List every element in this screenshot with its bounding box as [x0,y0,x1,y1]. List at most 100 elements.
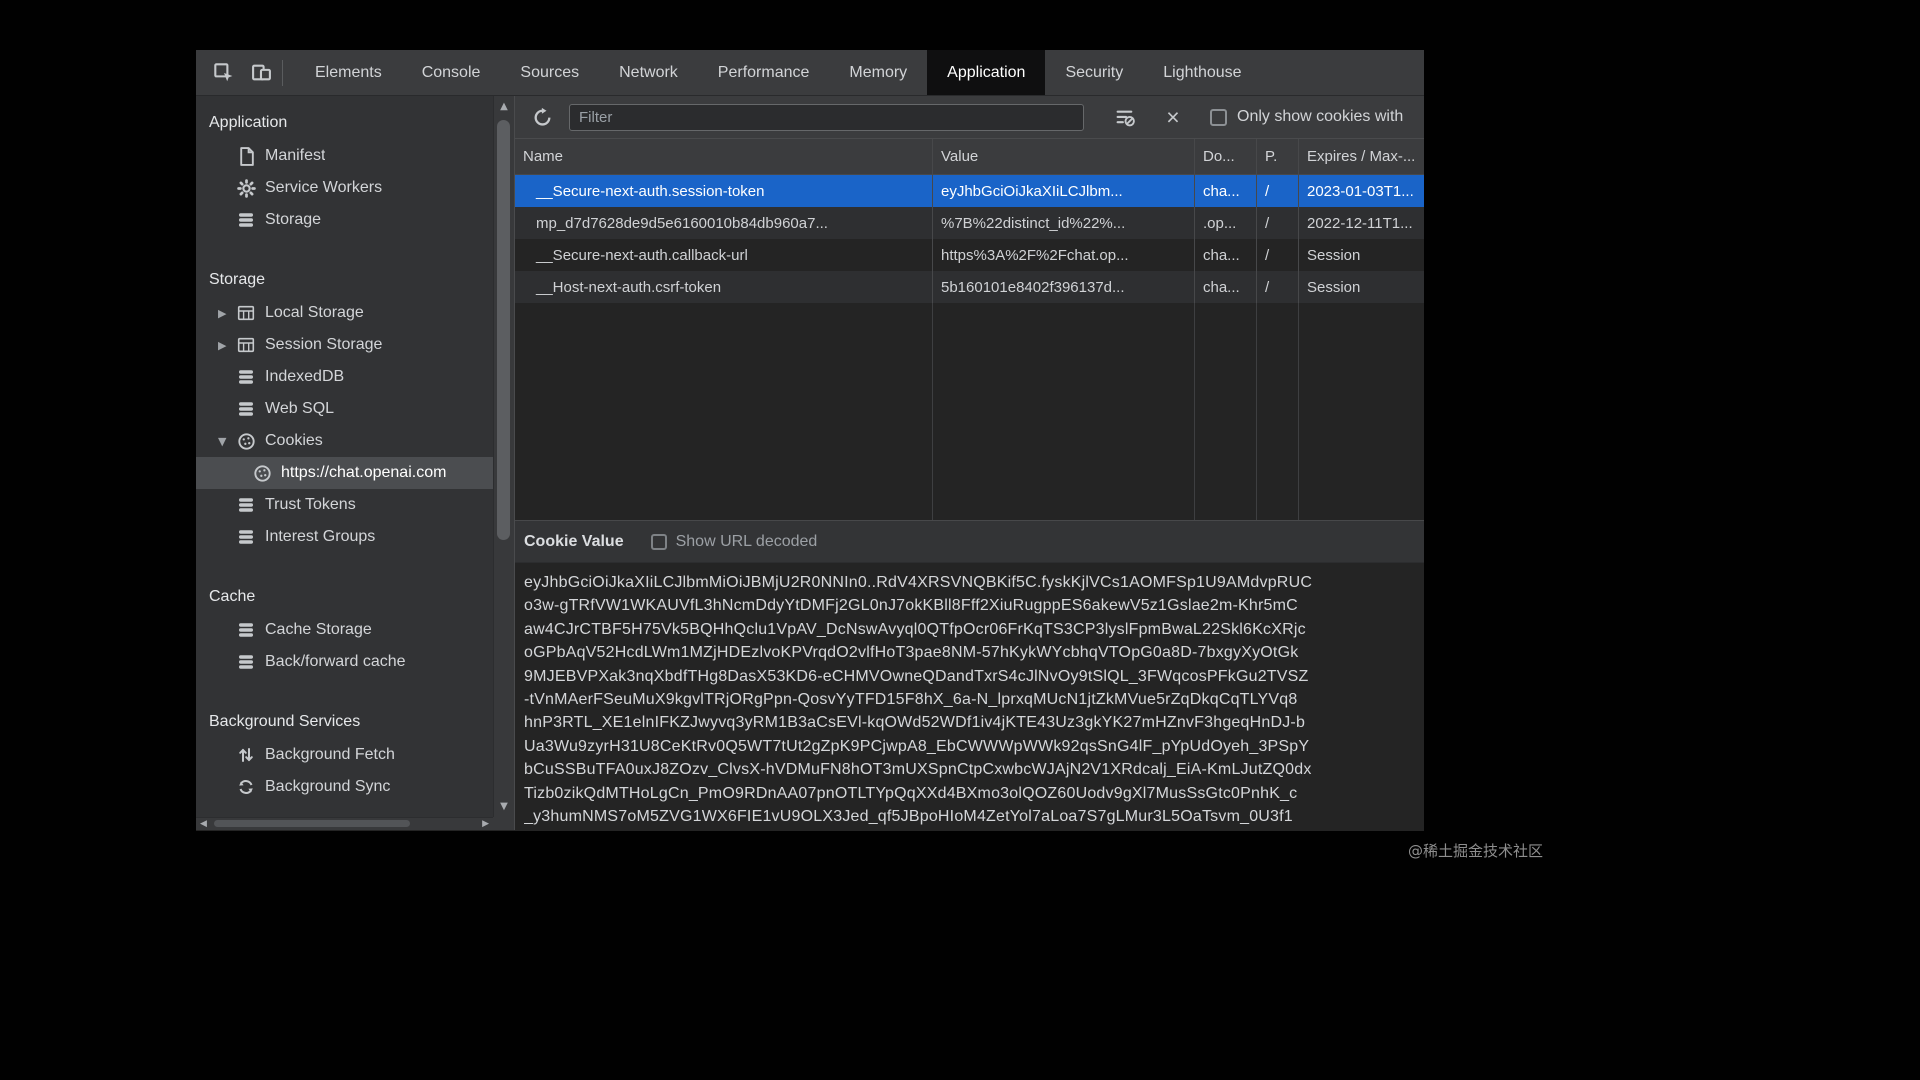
cookie-path-cell[interactable]: / [1257,239,1299,271]
collapse-arrow-icon[interactable]: ▼ [216,435,236,448]
col-header-value[interactable]: Value [933,139,1195,174]
cookie-value-cell[interactable]: 5b160101e8402f396137d... [933,271,1195,303]
cookie-domain-cell[interactable]: cha... [1195,175,1257,207]
tab-sources[interactable]: Sources [500,50,599,95]
tab-console[interactable]: Console [402,50,501,95]
scroll-right-arrow-icon[interactable]: ▶ [482,818,489,830]
cookie-value-text[interactable]: eyJhbGciOiJkaXIiLCJlbmMiOiJBMjU2R0NNIn0.… [515,563,1424,830]
tab-network[interactable]: Network [599,50,698,95]
sidebar-horizontal-scrollbar[interactable]: ◀ ▶ [196,817,493,830]
col-header-path[interactable]: P. [1257,139,1299,174]
cookie-value-cell[interactable]: %7B%22distinct_id%22%... [933,207,1195,239]
database-icon [236,620,256,640]
scrollbar-corner [493,817,514,830]
scroll-down-arrow-icon[interactable]: ▼ [494,801,514,812]
cookie-table: Name Value Do... P. Expires / Max-... __… [515,139,1424,520]
tab-application[interactable]: Application [927,50,1045,95]
sidebar-item-background-fetch[interactable]: Background Fetch [196,739,493,771]
only-show-cookies-checkbox[interactable] [1210,109,1227,126]
cookie-row[interactable]: __Secure-next-auth.session-tokeneyJhbGci… [515,175,1424,207]
sidebar-item-indexeddb[interactable]: IndexedDB [196,361,493,393]
cookie-expires-cell[interactable]: Session [1299,239,1424,271]
sidebar-item-session-storage[interactable]: ▶Session Storage [196,329,493,361]
cookie-name-cell[interactable]: __Secure-next-auth.session-token [515,175,933,207]
inspect-icon[interactable] [212,62,234,84]
cookie-value-cell[interactable]: eyJhbGciOiJkaXIiLCJlbm... [933,175,1195,207]
database-icon [236,495,256,515]
sidebar-item-label: Service Workers [265,179,382,197]
sidebar-item-label: Cache Storage [265,621,372,639]
sidebar-item-service-workers[interactable]: Service Workers [196,172,493,204]
expand-arrow-icon[interactable]: ▶ [216,307,236,320]
tab-performance[interactable]: Performance [698,50,830,95]
cookie-value-line: _y3humNMS7oM5ZVG1WX6FIE1vU9OLX3Jed_qf5JB… [524,805,1424,828]
tab-lighthouse[interactable]: Lighthouse [1143,50,1261,95]
empty-domain-column [1195,303,1257,520]
cookie-row[interactable]: __Host-next-auth.csrf-token5b160101e8402… [515,271,1424,303]
scroll-up-arrow-icon[interactable]: ▲ [494,101,514,112]
col-header-domain[interactable]: Do... [1195,139,1257,174]
tab-elements[interactable]: Elements [295,50,402,95]
cookie-domain-cell[interactable]: cha... [1195,271,1257,303]
show-url-decoded-checkbox[interactable] [651,534,667,550]
sidebar-item-interest-groups[interactable]: Interest Groups [196,521,493,553]
device-toolbar-icon[interactable] [250,62,272,84]
sidebar-item-storage[interactable]: Storage [196,204,493,236]
sidebar-item-https-chat-openai-com[interactable]: https://chat.openai.com [196,457,493,489]
col-header-name[interactable]: Name [515,139,933,174]
database-icon [236,652,256,672]
cookie-name-cell[interactable]: __Host-next-auth.csrf-token [515,271,933,303]
database-icon [236,210,256,230]
cookie-row[interactable]: __Secure-next-auth.callback-urlhttps%3A%… [515,239,1424,271]
cookie-row[interactable]: mp_d7d7628de9d5e6160010b84db960a7...%7B%… [515,207,1424,239]
sidebar-item-back-forward-cache[interactable]: Back/forward cache [196,646,493,678]
scroll-left-arrow-icon[interactable]: ◀ [200,818,207,830]
col-header-expires[interactable]: Expires / Max-... [1299,139,1424,174]
application-sidebar: ApplicationManifestService WorkersStorag… [196,96,514,830]
sidebar-section: Cache Cache Storage Back/forward cache [196,580,493,678]
cookie-expires-cell[interactable]: 2023-01-03T1... [1299,175,1424,207]
sidebar-vertical-scrollbar[interactable]: ▲ ▼ [493,96,514,817]
sidebar-item-label: Background Fetch [265,746,395,764]
cookie-path-cell[interactable]: / [1257,271,1299,303]
sidebar-item-label: Back/forward cache [265,653,406,671]
vertical-scroll-thumb[interactable] [497,120,510,540]
tab-memory[interactable]: Memory [829,50,927,95]
grid-icon [236,335,256,355]
sidebar-item-trust-tokens[interactable]: Trust Tokens [196,489,493,521]
horizontal-scroll-thumb[interactable] [214,820,410,827]
clear-x-icon[interactable]: × [1158,102,1188,132]
cookie-value-line: YLjEFhIwsT5txq0eCMtpLvqKND4QYGFRjabNhQTl… [524,828,1424,830]
expand-arrow-icon[interactable]: ▶ [216,339,236,352]
cookie-value-cell[interactable]: https%3A%2F%2Fchat.op... [933,239,1195,271]
sidebar-item-cookies[interactable]: ▼Cookies [196,425,493,457]
sync-icon [236,777,256,797]
sidebar-item-label: Storage [265,211,321,229]
sidebar-item-manifest[interactable]: Manifest [196,140,493,172]
cookie-path-cell[interactable]: / [1257,175,1299,207]
cookie-value-line: bCuSSBuTFA0uxJ8ZOzv_ClvsX-hVDMuFN8hOT3mU… [524,758,1424,781]
sidebar-item-local-storage[interactable]: ▶Local Storage [196,297,493,329]
cookie-value-line: oGPbAqV52HcdLWm1MZjHDEzlvoKPVrqdO2vlfHoT… [524,641,1424,664]
refresh-icon[interactable] [527,102,557,132]
cookie-expires-cell[interactable]: Session [1299,271,1424,303]
tab-security[interactable]: Security [1045,50,1143,95]
filter-deny-icon[interactable] [1110,102,1140,132]
sidebar-item-web-sql[interactable]: Web SQL [196,393,493,425]
cookie-path-cell[interactable]: / [1257,207,1299,239]
sidebar-section-header-cache: Cache [196,580,493,614]
cookie-domain-cell[interactable]: .op... [1195,207,1257,239]
filter-input[interactable] [569,104,1084,131]
cookie-name-cell[interactable]: mp_d7d7628de9d5e6160010b84db960a7... [515,207,933,239]
cookie-name-cell[interactable]: __Secure-next-auth.callback-url [515,239,933,271]
cookie-value-panel: Cookie Value Show URL decoded eyJhbGciOi… [515,520,1424,830]
sidebar-item-cache-storage[interactable]: Cache Storage [196,614,493,646]
sidebar-section-header-storage: Storage [196,263,493,297]
sidebar-item-background-sync[interactable]: Background Sync [196,771,493,803]
cookie-value-line: eyJhbGciOiJkaXIiLCJlbmMiOiJBMjU2R0NNIn0.… [524,571,1424,594]
cookie-value-line: Ua3Wu9zyrH31U8CeKtRv0Q5WT7tUt2gZpK9PCjwp… [524,735,1424,758]
devtools-window: ElementsConsoleSourcesNetworkPerformance… [196,50,1424,831]
cookie-expires-cell[interactable]: 2022-12-11T1... [1299,207,1424,239]
cookie-domain-cell[interactable]: cha... [1195,239,1257,271]
sidebar-item-label: Trust Tokens [265,496,356,514]
